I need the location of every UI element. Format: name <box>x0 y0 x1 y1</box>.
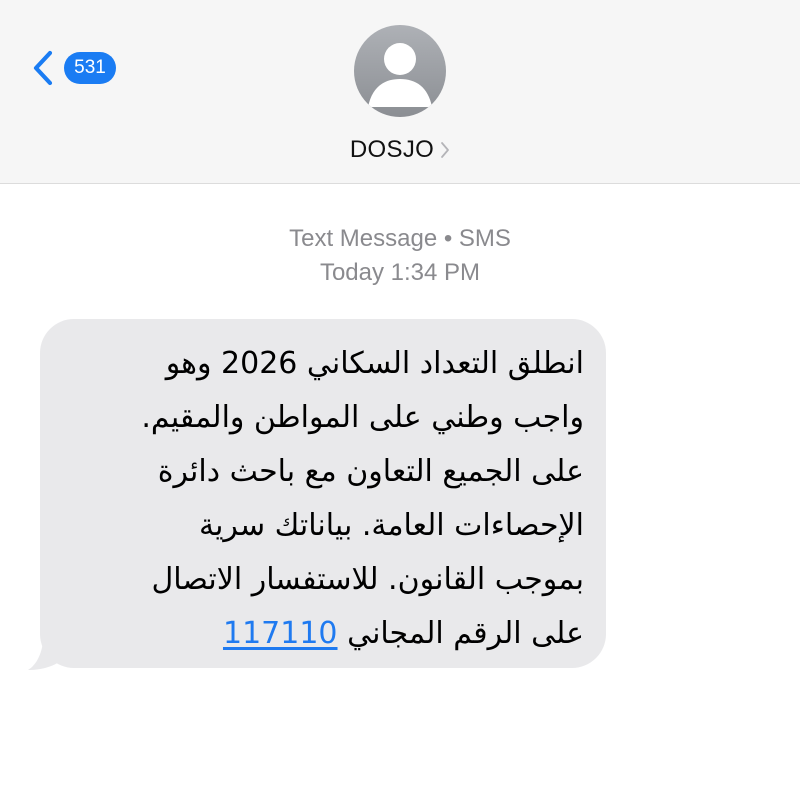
message-line: على الجميع التعاون مع باحث دائرة <box>157 454 584 489</box>
contact-avatar[interactable] <box>354 25 446 117</box>
messages-conversation-screen: 531 DOSJO Text Message • SMS Today 1:34 … <box>0 0 800 785</box>
chevron-left-icon <box>33 50 53 86</box>
contact-name: DOSJO <box>349 136 435 163</box>
contact-name-button[interactable]: DOSJO <box>0 130 800 170</box>
message-line: بموجب القانون. للاستفسار الاتصال <box>151 562 584 597</box>
message-line-last: على الرقم المجاني 117110 <box>64 607 584 661</box>
chevron-right-icon <box>441 142 449 158</box>
phone-number-link[interactable]: 117110 <box>223 616 338 651</box>
back-button[interactable]: 531 <box>30 48 116 88</box>
message-meta: Text Message • SMS Today 1:34 PM <box>0 222 800 290</box>
message-line: الإحصاءات العامة. بياناتك سرية <box>198 508 584 543</box>
incoming-message-bubble[interactable]: انطلق التعداد السكاني 2026 وهو واجب وطني… <box>40 319 606 668</box>
message-line: انطلق التعداد السكاني 2026 وهو <box>165 346 584 381</box>
message-line: واجب وطني على المواطن والمقيم. <box>141 400 584 435</box>
conversation-header: 531 DOSJO <box>0 0 800 184</box>
message-timestamp: Today 1:34 PM <box>319 259 481 286</box>
person-icon <box>368 43 432 107</box>
message-service-label: Text Message • SMS <box>289 225 511 252</box>
message-line-prefix: على الرقم المجاني <box>347 616 584 651</box>
unread-count-badge: 531 <box>64 52 116 84</box>
message-text: انطلق التعداد السكاني 2026 وهو واجب وطني… <box>64 337 584 661</box>
